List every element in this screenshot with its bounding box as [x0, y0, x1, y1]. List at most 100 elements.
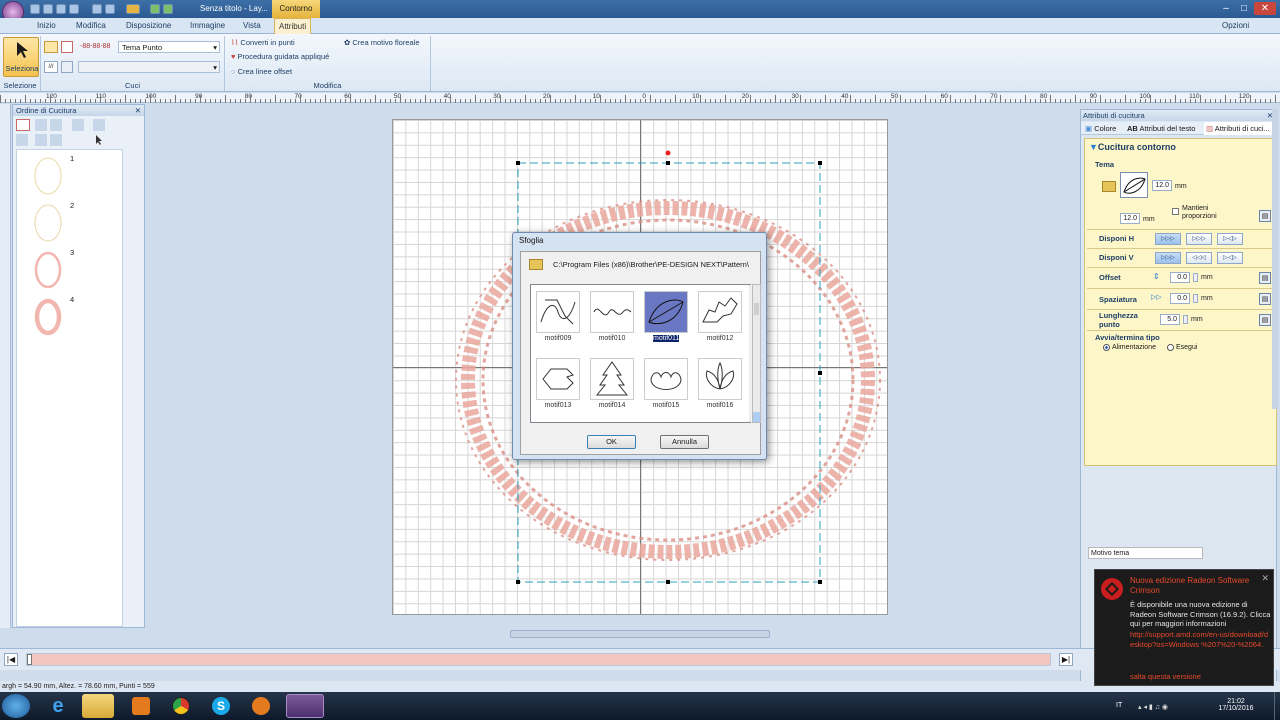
step-back-icon[interactable]: |◀ [4, 653, 18, 666]
language-indicator[interactable]: IT [1116, 702, 1122, 709]
move-down-icon[interactable] [16, 134, 28, 146]
pe-design-taskbar-icon[interactable] [286, 694, 324, 718]
sort-color-icon[interactable] [16, 119, 30, 131]
folder-icon[interactable] [529, 259, 543, 270]
list-item[interactable] [29, 295, 67, 339]
motif-list-scrollbar[interactable] [749, 285, 751, 422]
list-scrollbar[interactable] [752, 284, 761, 423]
arrange-v-flip-button[interactable]: ◁◁◁ [1186, 252, 1212, 264]
arrange-h-normal-button[interactable]: ▷▷▷ [1155, 233, 1181, 245]
tab-colore[interactable]: ▣ Colore [1085, 122, 1116, 135]
tab-sewing-attributes[interactable]: ▥ Attributi di cuci... [1204, 122, 1272, 135]
show-desktop-button[interactable] [1274, 692, 1280, 720]
ie-icon[interactable]: e [42, 694, 74, 718]
stitch-slider[interactable] [26, 653, 1051, 666]
step-forward-icon[interactable]: ▶| [1059, 653, 1073, 666]
tab-attributi[interactable]: Attributi [274, 18, 312, 34]
spacing-input[interactable]: 0.0 [1170, 293, 1190, 304]
motif-thumb-012[interactable] [698, 291, 742, 333]
spacing-settings-icon[interactable]: ▤ [1259, 293, 1271, 305]
stitch-pattern-icon[interactable]: -88-88-88 [80, 41, 116, 53]
explorer-icon[interactable] [82, 694, 114, 718]
region-type-combo[interactable]: ▾ [78, 61, 220, 73]
undo-icon[interactable] [150, 4, 160, 14]
minimize-icon[interactable]: – [1218, 2, 1234, 15]
region-sew-icon[interactable]: /// [44, 61, 58, 73]
arrange-h-alt-button[interactable]: ▷◁▷ [1217, 233, 1243, 245]
redo-icon[interactable] [163, 4, 173, 14]
motif-thumb-014[interactable] [590, 358, 634, 400]
close-icon[interactable]: ✕ [1254, 2, 1276, 15]
offset-settings-icon[interactable]: ▤ [1259, 272, 1271, 284]
app-hand-icon[interactable] [246, 694, 278, 718]
scroll-thumb[interactable] [754, 303, 759, 315]
tab-text-attributes[interactable]: AB Attributi del testo [1127, 122, 1195, 135]
select-button[interactable]: Seleziona [3, 37, 39, 77]
scroll-down-icon[interactable] [753, 412, 760, 422]
options-menu[interactable]: Opzioni [1218, 18, 1253, 34]
tray-icons[interactable]: ▴ ◂ ▮ ♫ ◉ [1138, 703, 1168, 711]
length-spinner[interactable] [1183, 315, 1188, 324]
cancel-button[interactable]: Annulla [660, 435, 709, 449]
radio-alimentazione[interactable] [1103, 344, 1110, 351]
tab-modifica[interactable]: Modifica [72, 18, 110, 34]
save-icon[interactable] [56, 4, 66, 14]
motif-thumb-016[interactable] [698, 358, 742, 400]
spacing-spinner[interactable] [1193, 294, 1198, 303]
open-motif-folder-icon[interactable] [1102, 181, 1116, 192]
offset-input[interactable]: 0.0 [1170, 272, 1190, 283]
keep-ratio-checkbox[interactable] [1172, 208, 1179, 215]
motif-thumb-011[interactable] [644, 291, 688, 333]
toast-link[interactable]: http://support.amd.com/en-us/download/de… [1130, 630, 1272, 649]
list-item[interactable] [29, 248, 67, 292]
motif-thumb-015[interactable] [644, 358, 688, 400]
transfer-icon[interactable] [92, 4, 102, 14]
applique-wizard-button[interactable]: ♥ Procedura guidata appliqué [231, 52, 329, 61]
move-up-icon[interactable] [50, 119, 62, 131]
clock[interactable]: 21:02 17/10/2016 [1218, 698, 1254, 712]
motif-settings-icon[interactable]: ▤ [1259, 210, 1271, 222]
motif-thumb-013[interactable] [536, 358, 580, 400]
tab-disposizione[interactable]: Disposizione [122, 18, 175, 34]
width-input[interactable]: 12.0 [1152, 180, 1172, 191]
stitch-type-combo[interactable]: Tema Punto ▾ [118, 41, 220, 53]
collapse-icon[interactable]: ▼ [1089, 142, 1098, 152]
close-icon[interactable]: ✕ [1261, 573, 1269, 584]
convert-to-stitches-button[interactable]: ⌇⌇ Converti in punti [231, 38, 295, 47]
close-icon[interactable]: ✕ [135, 105, 141, 116]
group-icon[interactable] [50, 134, 62, 146]
motif-thumb-010[interactable] [590, 291, 634, 333]
tab-immagine[interactable]: Immagine [186, 18, 229, 34]
horizontal-scrollbar[interactable] [510, 630, 770, 638]
pointer-icon[interactable] [93, 134, 105, 146]
open-file-icon[interactable] [43, 4, 53, 14]
motif-preview[interactable] [1120, 172, 1148, 198]
chrome-icon[interactable] [166, 694, 198, 718]
radeon-notification[interactable]: ✕ Nuova edizione Radeon Software Crimson… [1094, 569, 1274, 686]
line-sew-icon[interactable] [44, 41, 58, 53]
arrange-v-alt-button[interactable]: ▷◁▷ [1217, 252, 1243, 264]
tab-vista[interactable]: Vista [239, 18, 265, 34]
view-icon[interactable] [93, 119, 105, 131]
skype-icon[interactable]: S [206, 694, 238, 718]
print-icon[interactable] [69, 4, 79, 14]
tab-inizio[interactable]: Inizio [33, 18, 60, 34]
help-icon[interactable] [105, 4, 115, 14]
offset-spinner[interactable] [1193, 273, 1198, 282]
offset-lines-button[interactable]: ◌ Crea linee offset [231, 67, 292, 76]
slider-thumb[interactable] [27, 654, 32, 665]
arrange-v-normal-button[interactable]: ▷▷▷ [1155, 252, 1181, 264]
move-bottom-icon[interactable] [35, 134, 47, 146]
new-file-icon[interactable] [30, 4, 40, 14]
length-settings-icon[interactable]: ▤ [1259, 314, 1271, 326]
line-color-icon[interactable] [61, 41, 73, 53]
floral-motif-button[interactable]: ✿ Crea motivo floreale [344, 38, 420, 47]
radio-esegui[interactable] [1167, 344, 1174, 351]
lock-icon[interactable] [72, 119, 84, 131]
maximize-icon[interactable]: □ [1236, 2, 1252, 15]
toast-skip-link[interactable]: salta questa versione [1130, 672, 1201, 682]
motif-thumb-009[interactable] [536, 291, 580, 333]
ok-button[interactable]: OK [587, 435, 636, 449]
move-top-icon[interactable] [35, 119, 47, 131]
start-button[interactable] [2, 694, 30, 718]
